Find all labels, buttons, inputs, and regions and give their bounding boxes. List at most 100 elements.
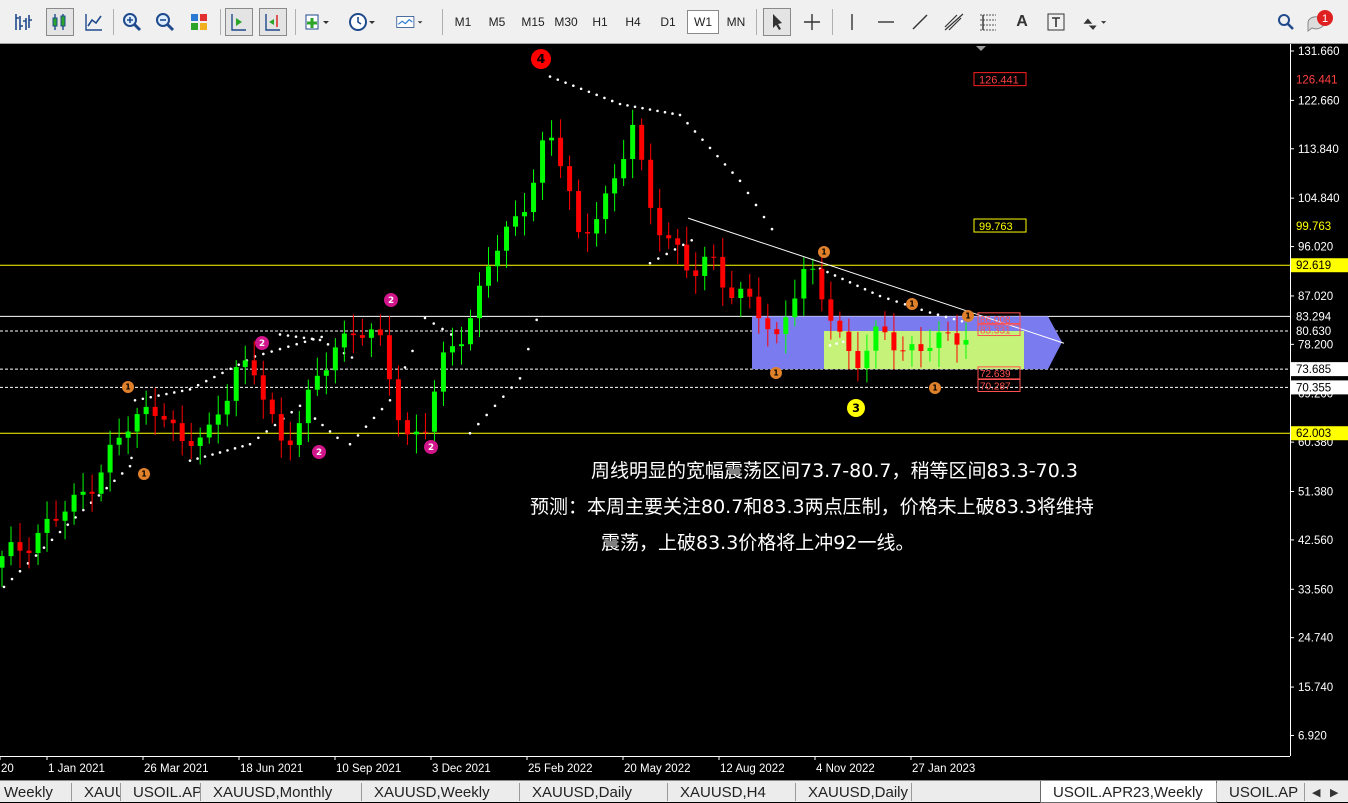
tile-windows-icon[interactable] (185, 8, 213, 36)
sar-dot (657, 257, 660, 260)
equidistant-channel-icon[interactable] (940, 8, 968, 36)
sar-dot (423, 316, 427, 320)
templates-icon[interactable] (396, 8, 424, 36)
chart-tab[interactable]: XAUUSD,Daily (796, 781, 912, 803)
zoom-out-icon[interactable] (151, 8, 179, 36)
sar-dot (535, 318, 538, 322)
crosshair-icon[interactable] (798, 8, 826, 36)
sar-dot (262, 352, 265, 356)
sar-dot (835, 342, 838, 345)
price-tick-label: 87.020 (1298, 291, 1333, 303)
chart-value-label: 86.008 (980, 315, 1011, 326)
text-label-icon[interactable] (1042, 8, 1070, 36)
price-chart[interactable]: 4 3 2 2 2 2 1 1 1 1 1 1 1 126.441 99.763 86.00883.331 7… (0, 44, 1290, 756)
timeframe-h4[interactable]: H4 (617, 10, 649, 34)
price-tick-label: 78.200 (1298, 339, 1333, 351)
sar-dot (648, 108, 652, 111)
price-marker-label: 70.355 (1296, 382, 1331, 394)
sar-dot (618, 102, 622, 106)
vertical-line-icon[interactable] (838, 8, 866, 36)
fibonacci-icon[interactable] (974, 8, 1002, 36)
sar-dot (233, 447, 237, 450)
arrows-icon[interactable] (1080, 8, 1108, 36)
date-tick-label: 26 Mar 2021 (144, 763, 209, 775)
price-marker: 80.630 (1291, 324, 1348, 339)
chart-tab[interactable]: Weekly (0, 781, 72, 803)
sar-dot (673, 248, 677, 251)
timeframe-m1[interactable]: M1 (447, 10, 479, 34)
timeframe-m15[interactable]: M15 (517, 10, 549, 34)
notification-count: 1 (1322, 13, 1328, 25)
timeframe-d1[interactable]: D1 (652, 10, 684, 34)
sar-dot (432, 322, 436, 325)
notifications-icon[interactable]: 1 (1306, 8, 1334, 36)
search-icon[interactable] (1272, 8, 1300, 36)
sar-dot (180, 389, 184, 393)
date-tick-label: 25 Feb 2022 (528, 763, 593, 775)
history-clock-icon[interactable] (348, 8, 376, 36)
main-toolbar: M1 M5 M15 M30 H1 H4 D1 W1 MN A 1 (0, 0, 1348, 44)
chart-tab[interactable]: USOIL.AP (1217, 781, 1305, 803)
text-icon[interactable]: A (1008, 8, 1036, 36)
timeframe-w1[interactable]: W1 (687, 10, 719, 34)
sar-dot (318, 338, 322, 342)
sar-dot (372, 416, 376, 420)
chart-tab[interactable]: USOIL.APR23,Weekly (1040, 781, 1217, 803)
sar-dot (257, 436, 260, 440)
sar-dot (762, 215, 766, 219)
timeframe-mn[interactable]: MN (720, 10, 752, 34)
chart-tab[interactable]: USOIL.APR23,Daily (121, 781, 201, 803)
auto-scroll-icon[interactable] (225, 8, 253, 36)
chart-tab[interactable]: XAUUSD,Monthly (201, 781, 362, 803)
price-marker-label: 80.630 (1296, 326, 1331, 338)
sar-dot (848, 281, 852, 284)
sar-dot (671, 112, 674, 115)
sar-dot (595, 93, 598, 97)
wave-label-text: 2 (316, 448, 322, 458)
sar-dot (298, 404, 302, 408)
bar-chart-icon[interactable] (9, 8, 37, 36)
sar-dot (731, 171, 734, 174)
sar-dot (842, 340, 845, 344)
sar-dot (701, 138, 704, 141)
range-box-narrow[interactable] (824, 331, 1024, 370)
sar-dot (302, 336, 306, 340)
horizontal-line-icon[interactable] (872, 8, 900, 36)
timeframe-m30[interactable]: M30 (550, 10, 582, 34)
sar-dot (287, 345, 290, 348)
sar-dot (270, 350, 273, 353)
timeframe-h1[interactable]: H1 (584, 10, 616, 34)
sar-dot (746, 191, 750, 195)
indicators-icon[interactable] (303, 8, 331, 36)
wave-label-text: 1 (965, 312, 970, 321)
wave-label-w1: 1 (818, 246, 830, 258)
sar-dot (833, 274, 837, 277)
sar-dot (66, 523, 70, 526)
cursor-icon[interactable] (763, 8, 791, 36)
sar-dot (326, 343, 330, 346)
candlestick-icon[interactable] (46, 8, 74, 36)
price-marker-label: 73.685 (1296, 364, 1331, 376)
sar-dot (856, 284, 859, 288)
price-tick-label: 104.840 (1298, 193, 1340, 205)
date-tick-label: 4 Nov 2022 (816, 763, 875, 775)
line-chart-icon[interactable] (80, 8, 108, 36)
price-marker: 99.763 (1291, 219, 1348, 234)
chart-tab[interactable]: XAUUSD,Weekly (362, 781, 520, 803)
sar-dot (196, 383, 200, 387)
tab-scroll-left-icon[interactable]: ◀ (1312, 781, 1328, 803)
trendline-icon[interactable] (906, 8, 934, 36)
sar-dot (388, 399, 392, 402)
timeframe-m5[interactable]: M5 (481, 10, 513, 34)
chart-tab[interactable]: XAUUSD,Daily (520, 781, 668, 803)
zoom-in-icon[interactable] (118, 8, 146, 36)
sar-dot (128, 464, 132, 468)
wave-label-w1: 1 (122, 381, 134, 393)
tab-scroll-right-icon[interactable]: ▶ (1330, 781, 1346, 803)
chart-shift-icon[interactable] (259, 8, 287, 36)
chart-tab[interactable]: XAUUSD,Daily (72, 781, 121, 803)
sar-dot (841, 277, 844, 281)
sar-dot (320, 335, 323, 339)
price-tick-label: 96.020 (1298, 242, 1333, 254)
chart-tab[interactable]: XAUUSD,H4 (668, 781, 796, 803)
